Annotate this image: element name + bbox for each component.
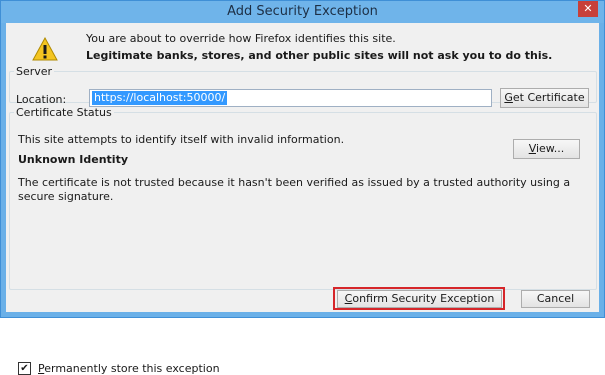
- location-input[interactable]: https://localhost:50000/: [89, 89, 492, 107]
- location-label: Location:: [16, 93, 67, 106]
- cancel-button[interactable]: Cancel: [521, 290, 590, 308]
- confirm-security-exception-button[interactable]: Confirm Security Exception: [337, 290, 502, 308]
- dialog-title: Add Security Exception: [227, 4, 378, 19]
- status-summary: This site attempts to identify itself wi…: [18, 133, 345, 146]
- title-bar[interactable]: Add Security Exception ✕: [1, 1, 604, 23]
- permanent-store-checkbox[interactable]: ✔: [18, 362, 31, 375]
- certificate-status-group: Certificate Status This site attempts to…: [9, 106, 597, 375]
- close-button[interactable]: ✕: [578, 1, 598, 17]
- identity-title: Unknown Identity: [18, 153, 129, 166]
- server-group: Server Location: https://localhost:50000…: [9, 65, 597, 108]
- close-icon: ✕: [583, 2, 593, 15]
- dialog-body: You are about to override how Firefox id…: [6, 23, 599, 375]
- location-value: https://localhost:50000/: [92, 91, 228, 105]
- permanent-store-label[interactable]: Permanently store this exception: [38, 362, 220, 375]
- identity-description: The certificate is not trusted because i…: [18, 176, 571, 203]
- dialog-window: Add Security Exception ✕ You are about t…: [0, 0, 605, 375]
- get-certificate-button[interactable]: Get Certificate: [500, 88, 589, 108]
- warning-icon: [32, 37, 58, 61]
- server-legend: Server: [16, 65, 53, 78]
- view-button[interactable]: View...: [513, 139, 580, 159]
- certificate-status-legend: Certificate Status: [16, 106, 112, 119]
- override-message: You are about to override how Firefox id…: [86, 32, 396, 45]
- warning-message: Legitimate banks, stores, and other publ…: [86, 49, 553, 62]
